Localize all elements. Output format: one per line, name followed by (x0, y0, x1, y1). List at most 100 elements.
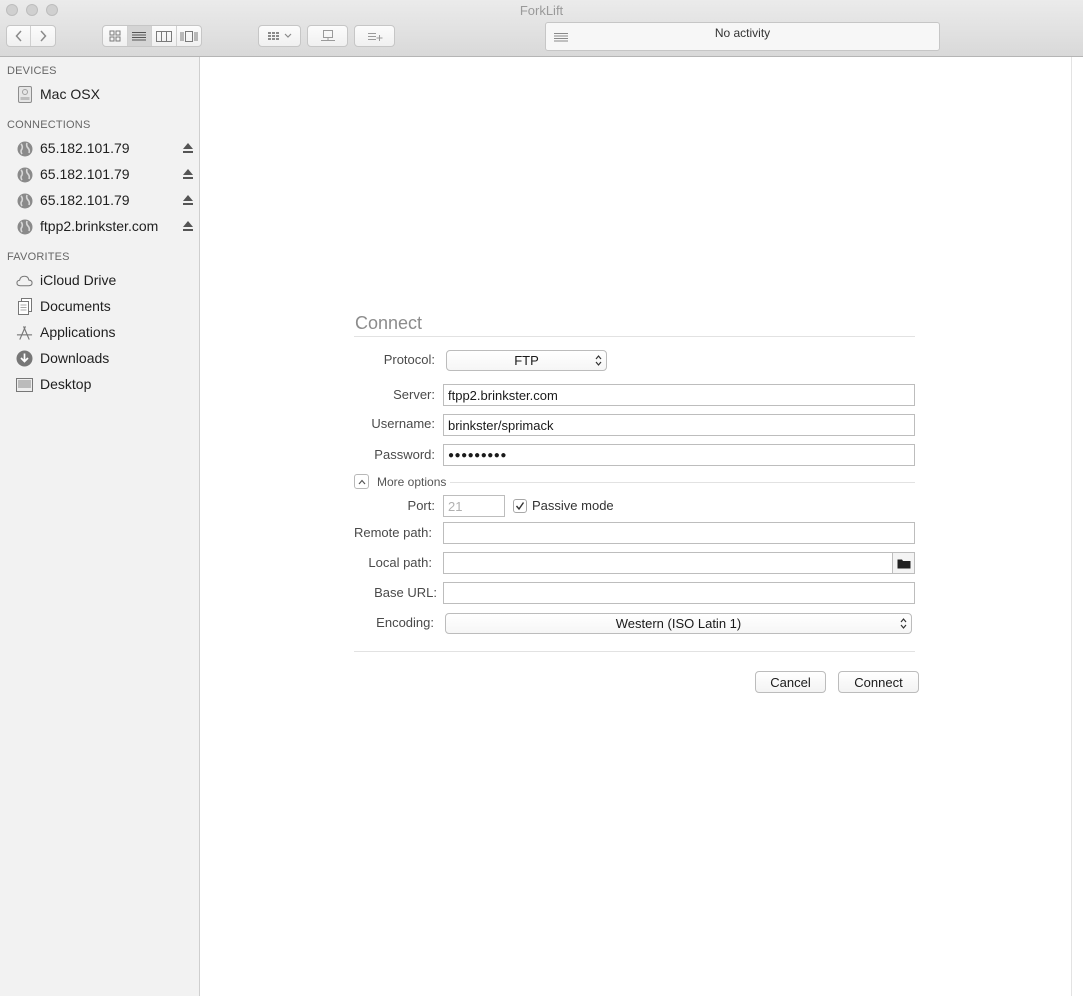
username-field[interactable]: brinkster/sprimack (443, 414, 915, 436)
local-path-field[interactable] (443, 552, 915, 574)
folder-icon (897, 559, 910, 568)
protocol-label: Protocol: (383, 352, 435, 367)
globe-icon (16, 140, 33, 157)
activity-panel[interactable]: No activity (545, 22, 940, 51)
protocol-select[interactable]: FTP (446, 350, 607, 371)
downloads-icon (16, 350, 33, 367)
list-view-icon (132, 32, 147, 41)
checkmark-icon (515, 502, 525, 511)
sidebar-item-label: Downloads (40, 350, 110, 366)
icon-view-button[interactable] (103, 26, 128, 46)
window-title: ForkLift (519, 3, 564, 18)
list-view-button[interactable] (127, 26, 152, 46)
add-bookmark-button[interactable] (354, 25, 395, 47)
encoding-select[interactable]: Western (ISO Latin 1) (445, 613, 912, 634)
port-label: Port: (407, 498, 435, 513)
connections-header: CONNECTIONS (7, 119, 91, 131)
icon-view-icon (109, 30, 121, 42)
eject-icon[interactable] (182, 168, 194, 180)
view-mode-control (102, 25, 202, 47)
sidebar-item-mac-osx[interactable]: Mac OSX (0, 82, 199, 106)
applications-icon (16, 324, 33, 341)
username-label: Username: (371, 416, 435, 431)
up-down-arrows-icon (595, 355, 602, 366)
sidebar-item-connection[interactable]: 65.182.101.79 (0, 188, 199, 212)
column-view-icon (155, 30, 172, 42)
devices-header: DEVICES (7, 65, 57, 77)
globe-icon (16, 166, 33, 183)
sidebar-item-documents[interactable]: Documents (0, 294, 199, 318)
coverflow-view-icon (180, 30, 198, 42)
cloud-icon (16, 272, 33, 289)
up-down-arrows-icon (900, 618, 907, 629)
sidebar-item-connection[interactable]: 65.182.101.79 (0, 136, 199, 160)
cancel-button[interactable]: Cancel (755, 671, 826, 693)
sidebar-item-desktop[interactable]: Desktop (0, 372, 199, 396)
connect-form-title: Connect (355, 313, 423, 333)
sidebar-item-label: Mac OSX (40, 86, 100, 102)
sidebar-item-downloads[interactable]: Downloads (0, 346, 199, 370)
base-url-field[interactable] (443, 582, 915, 604)
sidebar-item-label: 65.182.101.79 (40, 166, 130, 182)
sidebar-item-applications[interactable]: Applications (0, 320, 199, 344)
sidebar-item-label: 65.182.101.79 (40, 192, 130, 208)
password-label: Password: (374, 447, 435, 462)
add-bookmark-icon (367, 33, 382, 41)
sidebar-item-label: iCloud Drive (40, 272, 117, 288)
password-field[interactable]: ●●●●●●●●● (443, 444, 915, 466)
more-options-label: More options (377, 475, 447, 489)
sidebar-item-label: ftpp2.brinkster.com (40, 218, 159, 234)
sidebar: DEVICES Mac OSX CONNECTIONS 65.182.101.7… (0, 57, 200, 996)
sidebar-item-label: Documents (40, 298, 111, 314)
back-icon (14, 30, 22, 42)
passive-mode-label: Passive mode (532, 498, 614, 513)
desktop-icon (16, 376, 33, 393)
sidebar-item-connection[interactable]: 65.182.101.79 (0, 162, 199, 186)
arrange-icon (267, 32, 291, 40)
forward-icon (40, 30, 47, 42)
hard-drive-icon (16, 86, 33, 103)
arrange-button[interactable] (258, 25, 301, 47)
eject-icon[interactable] (182, 142, 194, 154)
scrollbar-track (1071, 57, 1072, 996)
more-options-toggle[interactable] (354, 474, 369, 489)
buttons-divider (354, 651, 915, 652)
connect-to-server-icon (320, 29, 335, 41)
server-field[interactable]: ftpp2.brinkster.com (443, 384, 915, 406)
sidebar-item-icloud-drive[interactable]: iCloud Drive (0, 268, 199, 292)
activity-status-text: No activity (714, 26, 771, 40)
connect-to-server-button[interactable] (307, 25, 348, 47)
protocol-value: FTP (514, 353, 539, 368)
passive-mode-checkbox[interactable] (513, 499, 527, 513)
back-button[interactable] (7, 26, 32, 46)
globe-icon (16, 192, 33, 209)
globe-icon (16, 218, 33, 235)
column-view-button[interactable] (152, 26, 177, 46)
browse-folder-button[interactable] (892, 552, 915, 574)
server-label: Server: (393, 387, 435, 402)
eject-icon[interactable] (182, 194, 194, 206)
coverflow-view-button[interactable] (177, 26, 201, 46)
sidebar-item-label: 65.182.101.79 (40, 140, 130, 156)
sidebar-item-label: Desktop (40, 376, 92, 392)
title-divider (354, 336, 915, 337)
chevron-up-icon (358, 479, 365, 484)
port-field[interactable]: 21 (443, 495, 505, 517)
more-options-divider (450, 482, 915, 483)
toolbar: ForkLift No activity (0, 0, 1083, 57)
remote-path-field[interactable] (443, 522, 915, 544)
forward-button[interactable] (31, 26, 55, 46)
sidebar-item-connection[interactable]: ftpp2.brinkster.com (0, 214, 199, 238)
local-path-label: Local path: (368, 555, 432, 570)
eject-icon[interactable] (182, 220, 194, 232)
remote-path-label: Remote path: (353, 525, 432, 540)
favorites-header: FAVORITES (7, 251, 70, 263)
connect-button[interactable]: Connect (838, 671, 919, 693)
navigation-control (6, 25, 56, 47)
sidebar-item-label: Applications (40, 324, 116, 340)
encoding-label: Encoding: (376, 615, 434, 630)
forklift-window: ForkLift No activity DEVICES Mac OSX CON… (0, 0, 1083, 996)
encoding-value: Western (ISO Latin 1) (615, 616, 742, 631)
documents-icon (16, 298, 33, 315)
base-url-label: Base URL: (374, 585, 437, 600)
